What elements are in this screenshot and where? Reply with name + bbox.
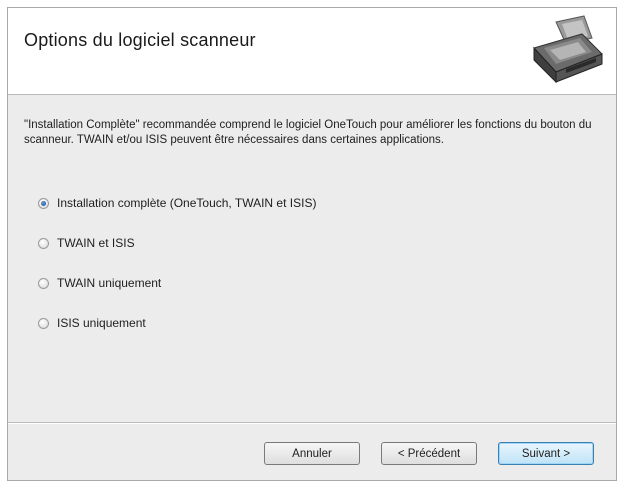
option-label: Installation complète (OneTouch, TWAIN e… [57,196,317,210]
radio-selected-icon[interactable] [38,197,49,209]
cancel-button[interactable]: Annuler [264,442,360,465]
option-label: ISIS uniquement [57,316,146,330]
dialog-header: Options du logiciel scanneur [8,8,616,95]
option-twain-isis[interactable]: TWAIN et ISIS [38,234,135,252]
scanner-icon [533,15,603,84]
page-title: Options du logiciel scanneur [24,30,256,50]
option-full-install[interactable]: Installation complète (OneTouch, TWAIN e… [38,194,316,212]
footer-divider [8,422,616,424]
radio-unselected-icon[interactable] [38,237,49,249]
option-label: TWAIN et ISIS [57,236,135,250]
installer-dialog: Options du logiciel scanneur "Installati… [7,7,617,481]
previous-button[interactable]: < Précédent [381,442,477,465]
option-label: TWAIN uniquement [57,276,162,290]
description-text: "Installation Complète" recommandée comp… [24,119,592,146]
option-isis-only[interactable]: ISIS uniquement [38,314,146,332]
radio-unselected-icon[interactable] [38,317,49,329]
next-button[interactable]: Suivant > [498,442,594,465]
option-twain-only[interactable]: TWAIN uniquement [38,274,161,292]
radio-unselected-icon[interactable] [38,277,49,289]
